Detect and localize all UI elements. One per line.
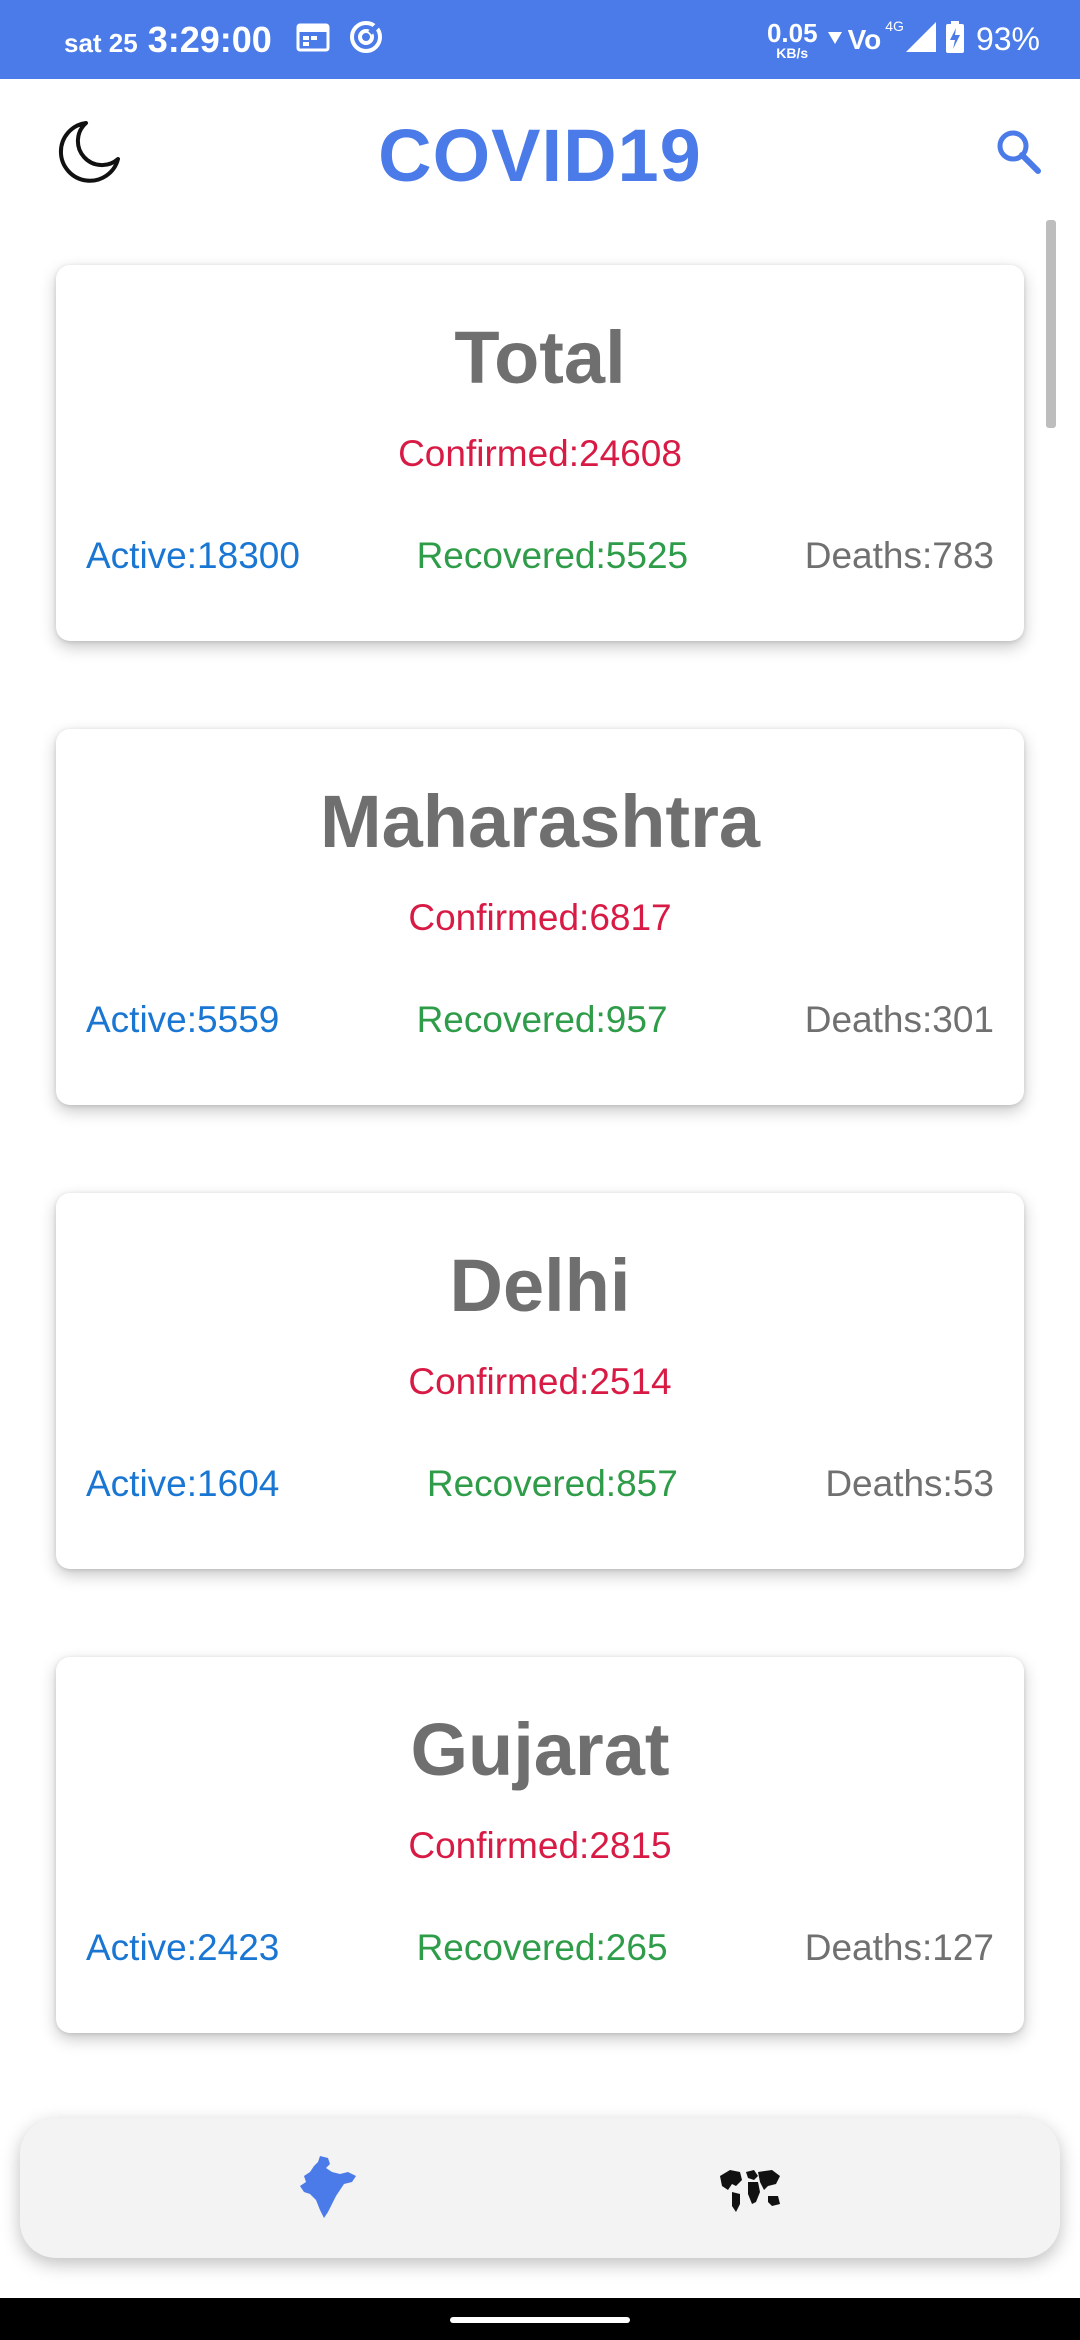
status-time: 3:29:00 xyxy=(147,18,272,60)
search-icon[interactable] xyxy=(994,127,1044,182)
status-bar: sat 25 3:29:00 0.05 KB/s Vo 4G 93% xyxy=(0,0,1080,79)
deaths-count: Deaths:53 xyxy=(825,1463,994,1504)
confirmed-count: Confirmed:24608 xyxy=(398,433,682,474)
active-count: Active:1604 xyxy=(86,1463,280,1504)
scrollbar[interactable] xyxy=(1046,220,1056,428)
signal-icon xyxy=(905,22,936,57)
status-date: sat 25 xyxy=(64,28,138,58)
recovered-count: Recovered:265 xyxy=(416,1927,668,1968)
network-type: 4G xyxy=(885,17,904,34)
deaths-count: Deaths:783 xyxy=(804,535,994,576)
stats-row: Active:1604 Recovered:857 Deaths:53 xyxy=(86,1463,994,1505)
battery-percent: 93% xyxy=(975,21,1040,57)
bottom-nav xyxy=(20,2118,1060,2258)
card-gujarat[interactable]: Gujarat Confirmed:2815 Active:2423 Recov… xyxy=(56,1657,1024,2033)
system-nav-bar xyxy=(0,2298,1080,2340)
card-total[interactable]: Total Confirmed:24608 Active:18300 Recov… xyxy=(56,265,1024,641)
confirmed-count: Confirmed:2514 xyxy=(408,1361,672,1402)
recovered-count: Recovered:957 xyxy=(416,999,668,1040)
wifi-down-icon xyxy=(827,31,842,49)
card-title: Gujarat xyxy=(410,1708,670,1791)
stats-row: Active:18300 Recovered:5525 Deaths:783 xyxy=(86,535,994,577)
recovered-count: Recovered:857 xyxy=(426,1463,678,1504)
volte-label: Vo xyxy=(847,23,882,55)
stats-row: Active:5559 Recovered:957 Deaths:301 xyxy=(86,999,994,1041)
calendar-icon xyxy=(296,22,330,57)
card-maharashtra[interactable]: Maharashtra Confirmed:6817 Active:5559 R… xyxy=(56,729,1024,1105)
network-speed: 0.05 KB/s xyxy=(766,17,818,61)
active-count: Active:5559 xyxy=(86,999,280,1040)
card-title: Delhi xyxy=(449,1244,631,1327)
card-title: Maharashtra xyxy=(319,780,761,863)
data-saver-icon xyxy=(348,19,384,60)
active-count: Active:2423 xyxy=(86,1927,280,1968)
deaths-count: Deaths:301 xyxy=(804,999,994,1040)
world-map-icon[interactable] xyxy=(718,2166,782,2219)
india-map-icon[interactable] xyxy=(298,2154,358,2225)
home-gesture-handle[interactable] xyxy=(450,2317,630,2323)
active-count: Active:18300 xyxy=(86,535,300,576)
card-title: Total xyxy=(454,316,626,399)
confirmed-count: Confirmed:6817 xyxy=(408,897,672,938)
app-bar: COVID19 xyxy=(0,79,1080,229)
recovered-count: Recovered:5525 xyxy=(416,535,689,576)
card-delhi[interactable]: Delhi Confirmed:2514 Active:1604 Recover… xyxy=(56,1193,1024,1569)
deaths-count: Deaths:127 xyxy=(804,1927,994,1968)
stats-row: Active:2423 Recovered:265 Deaths:127 xyxy=(86,1927,994,1969)
app-title: COVID19 xyxy=(378,114,702,197)
confirmed-count: Confirmed:2815 xyxy=(408,1825,672,1866)
battery-charging-icon xyxy=(945,21,964,58)
